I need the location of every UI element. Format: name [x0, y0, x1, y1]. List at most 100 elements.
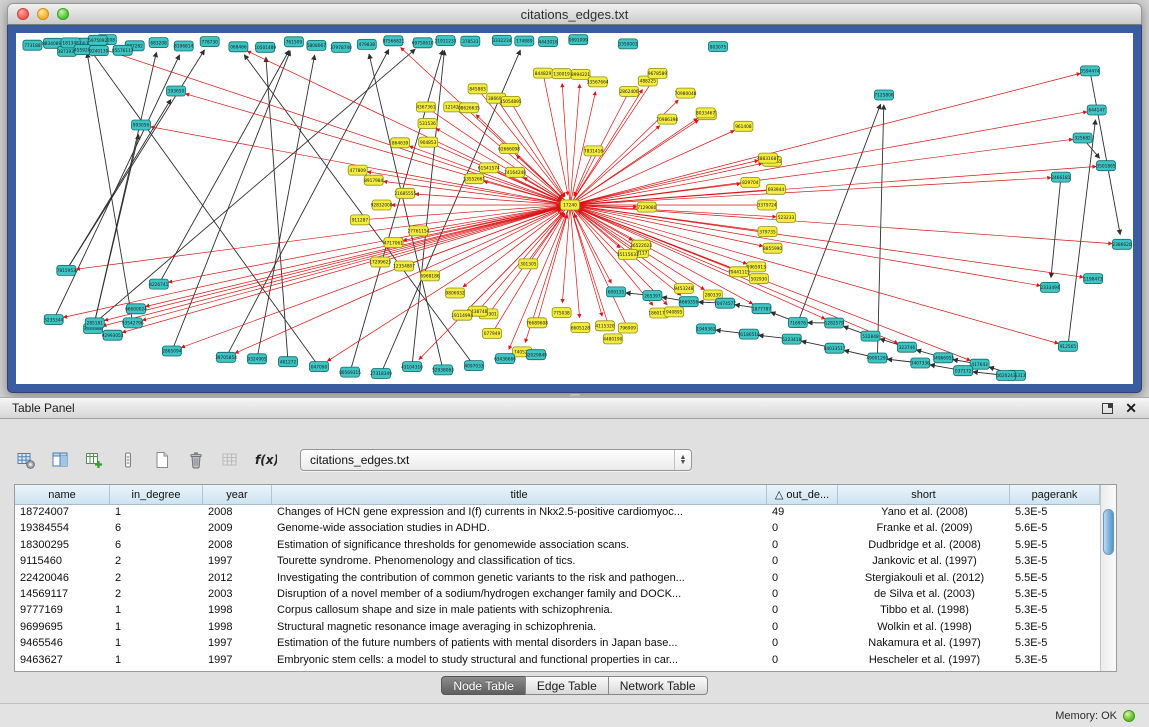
graph-node[interactable]: 4669356	[679, 297, 698, 307]
graph-node[interactable]: 193650	[167, 86, 186, 96]
table-row[interactable]: 946554611997Estimation of the future num…	[15, 636, 1100, 652]
graph-edge[interactable]	[570, 163, 762, 205]
cell-pagerank[interactable]: 5.3E-5	[1010, 653, 1100, 669]
graph-node[interactable]: 53552661	[463, 174, 485, 184]
cell-name[interactable]: 18724007	[15, 505, 110, 521]
graph-node[interactable]: 7129080	[637, 202, 656, 212]
tab-network-table[interactable]: Network Table	[608, 676, 708, 695]
graph-node[interactable]: 17240	[561, 200, 580, 210]
graph-edge[interactable]	[570, 73, 1080, 205]
cell-out_degree[interactable]: 0	[767, 653, 838, 669]
graph-edge[interactable]	[1068, 120, 1096, 346]
graph-node[interactable]: 323746	[897, 342, 916, 352]
graph-node[interactable]: 74164248	[504, 167, 526, 177]
graph-edge[interactable]	[410, 146, 571, 205]
graph-node[interactable]: 43104310	[401, 362, 423, 372]
show-column-button[interactable]	[48, 448, 72, 472]
cell-short[interactable]: Wolkin et al. (1998)	[838, 620, 1010, 636]
graph-node[interactable]: 66600024	[125, 304, 147, 314]
graph-node[interactable]: 91186518	[738, 329, 760, 339]
graph-node[interactable]: 844829	[534, 68, 553, 78]
graph-node[interactable]: 4480190	[603, 334, 622, 344]
graph-node[interactable]: 961408	[734, 121, 753, 131]
table-vertical-scrollbar[interactable]	[1100, 485, 1116, 671]
cell-pagerank[interactable]: 5.6E-5	[1010, 521, 1100, 537]
graph-node[interactable]: 70986398	[656, 114, 678, 124]
graph-node[interactable]: 05576117	[112, 45, 134, 55]
cell-short[interactable]: Dudbridge et al. (2008)	[838, 538, 1010, 554]
column-header-title[interactable]: title	[272, 485, 767, 504]
column-header-pagerank[interactable]: pagerank	[1010, 485, 1100, 504]
graph-node[interactable]: 1198473	[1084, 274, 1103, 284]
function-builder-button[interactable]: f(x)	[252, 448, 278, 472]
graph-node[interactable]: 4097033	[464, 361, 483, 371]
tab-edge-table[interactable]: Edge Table	[525, 676, 609, 695]
graph-node[interactable]: 993056	[132, 120, 151, 130]
column-header-out_degree[interactable]: △ out_de...	[767, 485, 838, 504]
cell-pagerank[interactable]: 5.3E-5	[1010, 620, 1100, 636]
graph-node[interactable]: 477809	[348, 165, 367, 175]
graph-node[interactable]: 265397	[643, 291, 662, 301]
table-row[interactable]: 2242004622012Investigating the contribut…	[15, 571, 1100, 587]
cell-in_degree[interactable]: 1	[110, 603, 203, 619]
cell-year[interactable]: 1997	[203, 554, 272, 570]
graph-node[interactable]: 21911233	[435, 36, 457, 46]
column-header-year[interactable]: year	[203, 485, 272, 504]
graph-node[interactable]: 92993053	[102, 330, 124, 340]
graph-edge[interactable]	[570, 90, 643, 206]
graph-node[interactable]: 7831416	[584, 146, 603, 156]
graph-node[interactable]: 796909	[618, 323, 637, 333]
graph-node[interactable]: 9453248	[674, 284, 693, 294]
graph-edge[interactable]	[570, 84, 580, 205]
cell-in_degree[interactable]: 1	[110, 505, 203, 521]
graph-node[interactable]: 130019	[552, 69, 571, 79]
tab-node-table[interactable]: Node Table	[441, 676, 526, 695]
import-table-button[interactable]	[218, 448, 242, 472]
graph-node[interactable]: 1877787	[752, 304, 771, 314]
cell-year[interactable]: 1997	[203, 653, 272, 669]
graph-node[interactable]: 2865094	[162, 346, 181, 356]
graph-node[interactable]: 693944	[766, 184, 785, 194]
cell-pagerank[interactable]: 5.3E-5	[1010, 636, 1100, 652]
graph-node[interactable]: 70474577	[714, 298, 736, 308]
graph-node[interactable]: 2386620	[1112, 239, 1131, 249]
graph-edge[interactable]	[95, 49, 415, 323]
graph-node[interactable]: 2862406	[620, 87, 639, 97]
graph-node[interactable]: 461272	[279, 357, 298, 367]
graph-node[interactable]: 8196814	[174, 41, 193, 51]
cell-title[interactable]: Estimation of the future numbers of pati…	[272, 636, 767, 652]
graph-node[interactable]: 52938063	[432, 365, 454, 375]
graph-node[interactable]: 775038	[552, 308, 571, 318]
graph-edge[interactable]	[570, 167, 1096, 206]
graph-node[interactable]: 92832000	[371, 200, 393, 210]
graph-node[interactable]: 08626635	[458, 103, 480, 113]
graph-edge[interactable]	[570, 139, 1073, 205]
graph-edge[interactable]	[159, 51, 289, 285]
graph-node[interactable]: 4115320	[595, 321, 614, 331]
cell-in_degree[interactable]: 2	[110, 587, 203, 603]
graph-node[interactable]: 61541574	[478, 163, 500, 173]
graph-node[interactable]: 037172	[954, 366, 973, 376]
cell-in_degree[interactable]: 1	[110, 653, 203, 669]
cell-short[interactable]: Tibbo et al. (1998)	[838, 603, 1010, 619]
cell-out_degree[interactable]: 0	[767, 603, 838, 619]
cell-in_degree[interactable]: 1	[110, 620, 203, 636]
graph-node[interactable]: 6605128	[571, 323, 590, 333]
zoom-window-button[interactable]	[57, 8, 69, 20]
graph-edge[interactable]	[103, 205, 570, 326]
graph-node[interactable]: 379735	[758, 227, 777, 237]
cell-short[interactable]: Franke et al. (2009)	[838, 521, 1010, 537]
cell-title[interactable]: Investigating the contribution of common…	[272, 571, 767, 587]
graph-node[interactable]: 80569315	[339, 367, 361, 377]
float-panel-icon[interactable]	[1102, 403, 1113, 414]
cell-year[interactable]: 2003	[203, 587, 272, 603]
graph-edge[interactable]	[181, 205, 570, 348]
graph-node[interactable]: 62666098	[498, 144, 520, 154]
cell-title[interactable]: Structural magnetic resonance image aver…	[272, 620, 767, 636]
graph-node[interactable]: 378531	[461, 36, 480, 46]
close-panel-icon[interactable]: ✕	[1125, 401, 1137, 415]
cell-name[interactable]: 9115460	[15, 554, 110, 570]
cell-short[interactable]: Hescheler et al. (1997)	[838, 653, 1010, 669]
graph-edge[interactable]	[350, 50, 443, 372]
graph-node[interactable]: 2466181	[1051, 172, 1070, 182]
